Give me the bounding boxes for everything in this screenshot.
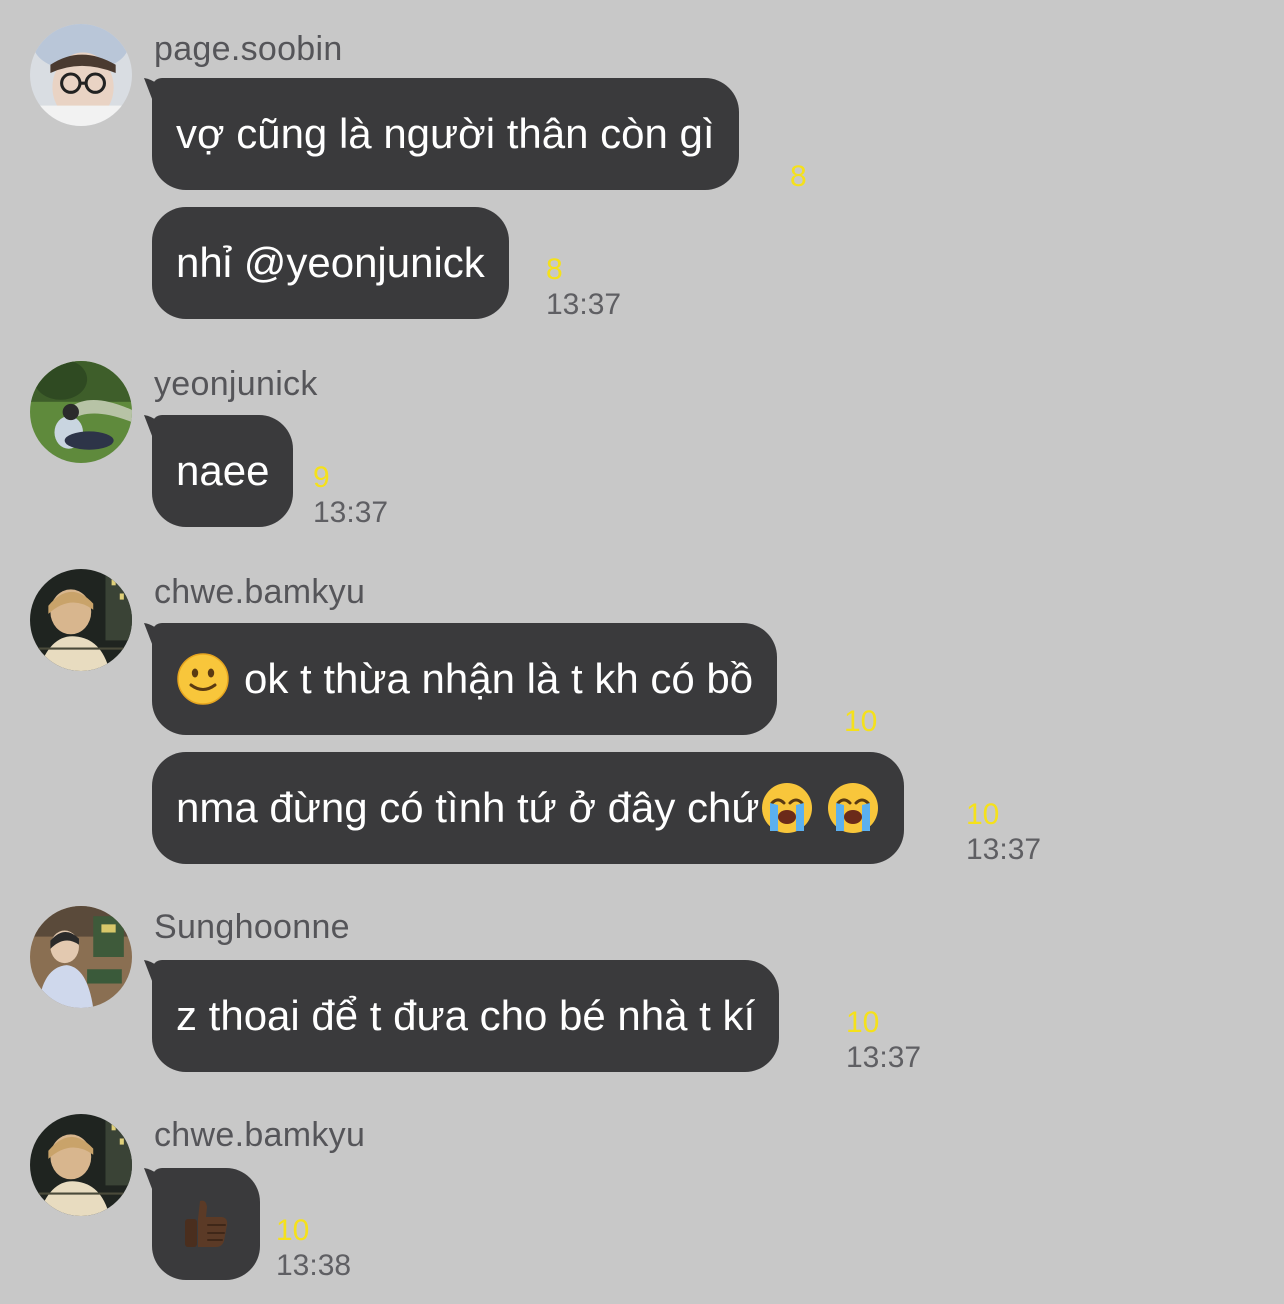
message-text: z thoai để t đưa cho bé nhà t kí <box>176 992 756 1039</box>
avatar[interactable] <box>30 569 132 671</box>
sender-name: page.soobin <box>154 30 343 68</box>
message-text: nma đừng có tình tứ ở đây chứ <box>176 784 760 831</box>
message-text: ok t thừa nhận là t kh có bồ <box>244 655 754 702</box>
bubble-tail-icon <box>144 78 170 104</box>
message-text: naee <box>176 447 270 494</box>
profile-photo-icon <box>30 24 132 126</box>
unread-count: 10 <box>844 705 878 738</box>
sender-name: chwe.bamkyu <box>154 1116 366 1154</box>
unread-count: 10 <box>966 798 1000 831</box>
sender-name: chwe.bamkyu <box>154 573 366 611</box>
sender-name: yeonjunick <box>154 365 318 403</box>
message-bubble[interactable]: z thoai để t đưa cho bé nhà t kí <box>152 960 780 1072</box>
timestamp: 13:37 <box>966 833 1042 866</box>
loudly-crying-face-icon <box>827 782 878 833</box>
timestamp: 13:37 <box>546 288 622 321</box>
message-meta: 10 13:38 <box>276 1214 351 1284</box>
avatar[interactable] <box>30 361 132 463</box>
profile-photo-icon <box>30 361 132 463</box>
message-meta: 8 <box>790 160 807 194</box>
unread-count: 10 <box>276 1214 310 1247</box>
message-row: nhỉ @yeonjunick 8 13:37 <box>152 207 621 321</box>
message-meta: 10 <box>844 705 877 739</box>
bubble-tail-icon <box>144 960 170 986</box>
profile-photo-icon <box>30 906 132 1008</box>
message-row: 10 13:38 <box>144 1168 351 1282</box>
message-text: vợ cũng là người thân còn gì <box>176 110 715 157</box>
avatar[interactable] <box>30 24 132 126</box>
unread-count: 8 <box>790 160 807 193</box>
sender-name: Sunghoonne <box>154 908 350 946</box>
timestamp: 13:38 <box>276 1249 352 1282</box>
message-meta: 10 13:37 <box>966 798 1041 868</box>
avatar[interactable] <box>30 1114 132 1216</box>
unread-count: 8 <box>546 253 563 286</box>
message-bubble[interactable]: nma đừng có tình tứ ở đây chứ <box>152 752 904 864</box>
message-row: naee 9 13:37 <box>144 415 388 529</box>
loudly-crying-face-icon <box>761 782 812 833</box>
message-row: vợ cũng là người thân còn gì 8 <box>144 78 807 193</box>
thumbs-up-icon <box>185 1200 228 1247</box>
bubble-tail-icon <box>144 1168 170 1194</box>
message-meta: 9 13:37 <box>313 461 388 531</box>
timestamp: 13:37 <box>846 1041 922 1074</box>
bubble-tail-icon <box>144 623 170 649</box>
message-row: nma đừng có tình tứ ở đây chứ 10 13:37 <box>152 752 1041 866</box>
message-bubble[interactable]: nhỉ @yeonjunick <box>152 207 509 319</box>
message-row: ok t thừa nhận là t kh có bồ 10 <box>144 623 877 738</box>
avatar[interactable] <box>30 906 132 1008</box>
unread-count: 10 <box>846 1006 880 1039</box>
bubble-tail-icon <box>144 415 170 441</box>
message-bubble[interactable]: naee <box>152 415 294 527</box>
slightly-smiling-face-icon <box>177 653 229 705</box>
profile-photo-icon <box>30 1114 132 1216</box>
message-bubble[interactable]: ok t thừa nhận là t kh có bồ <box>152 623 778 735</box>
message-bubble[interactable]: vợ cũng là người thân còn gì <box>152 78 739 190</box>
unread-count: 9 <box>313 461 330 494</box>
message-text: nhỉ @yeonjunick <box>176 239 485 286</box>
message-meta: 8 13:37 <box>546 253 621 323</box>
message-row: z thoai để t đưa cho bé nhà t kí 10 13:3… <box>144 960 921 1074</box>
timestamp: 13:37 <box>313 496 389 529</box>
message-meta: 10 13:37 <box>846 1006 921 1076</box>
profile-photo-icon <box>30 569 132 671</box>
